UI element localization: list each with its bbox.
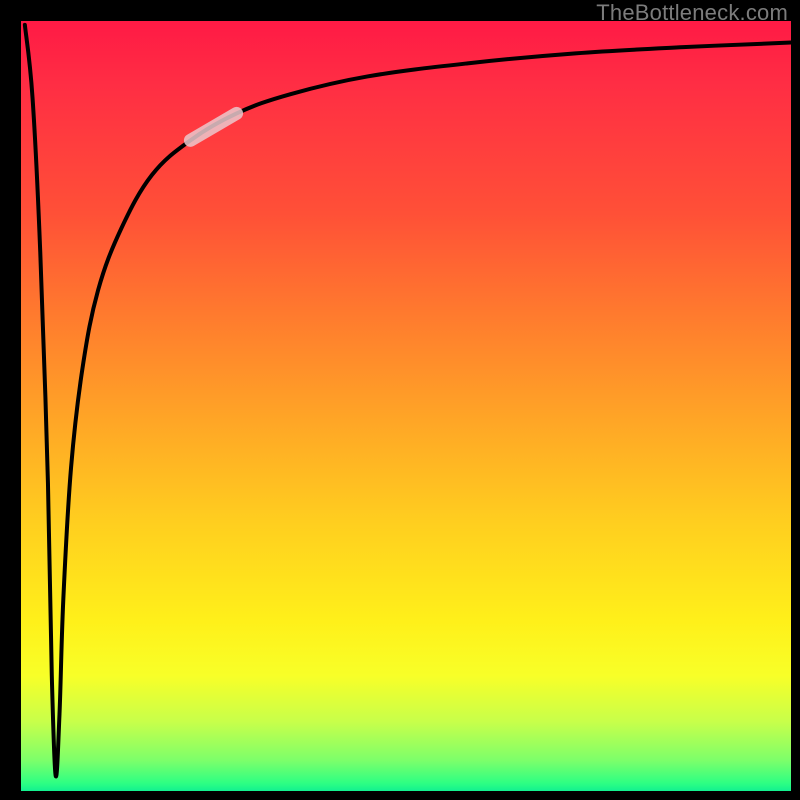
curve-highlight-segment [190,113,236,140]
bottleneck-curve-path [25,25,791,777]
plot-area [21,21,791,791]
chart-frame: TheBottleneck.com [0,0,800,800]
curve-svg [21,21,791,791]
